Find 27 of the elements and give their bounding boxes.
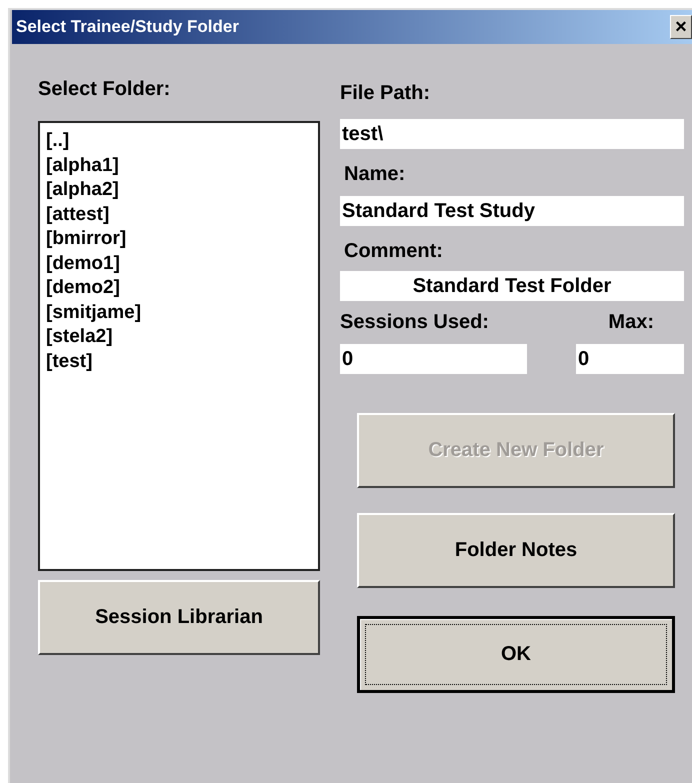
- sessions-field[interactable]: 0: [340, 344, 527, 374]
- field-label: Select Folder:: [38, 78, 172, 101]
- field-label: Sessions Used:: [340, 311, 489, 334]
- folder-item[interactable]: [alpha1]: [44, 154, 121, 178]
- folder-item[interactable]: [smitjame]: [44, 300, 144, 325]
- field-label: Name:: [344, 163, 406, 186]
- close-button[interactable]: ×: [670, 15, 692, 39]
- folder-item[interactable]: [..]: [44, 129, 72, 154]
- field-label: Max:: [608, 311, 654, 334]
- ok-button[interactable]: OK: [357, 616, 675, 693]
- folder-item[interactable]: [test]: [44, 350, 94, 374]
- folder-item[interactable]: [stela2]: [44, 325, 115, 350]
- folder-item[interactable]: [alpha2]: [44, 178, 121, 202]
- path-field[interactable]: test\: [340, 119, 684, 149]
- dialog-button[interactable]: Folder Notes: [357, 513, 675, 588]
- window-title: Select Trainee/Study Folder: [15, 17, 239, 37]
- folder-list[interactable]: [..] [alpha1] [alpha2] [attest] [bmirror] [demo1] [demo2] [smitjame] [stela2] [test]: [38, 121, 320, 571]
- max-field[interactable]: 0: [576, 344, 684, 374]
- folder-item[interactable]: [demo2]: [44, 276, 122, 300]
- dialog-button[interactable]: Session Librarian: [38, 580, 320, 655]
- field-label: File Path:: [340, 82, 432, 105]
- folder-item[interactable]: [bmirror]: [44, 227, 128, 252]
- field-label: Comment:: [344, 240, 444, 263]
- folder-item[interactable]: [demo1]: [44, 252, 122, 276]
- folder-item[interactable]: [attest]: [44, 202, 112, 227]
- comment-field[interactable]: Standard Test Folder: [340, 271, 684, 301]
- name-field[interactable]: Standard Test Study: [340, 196, 684, 226]
